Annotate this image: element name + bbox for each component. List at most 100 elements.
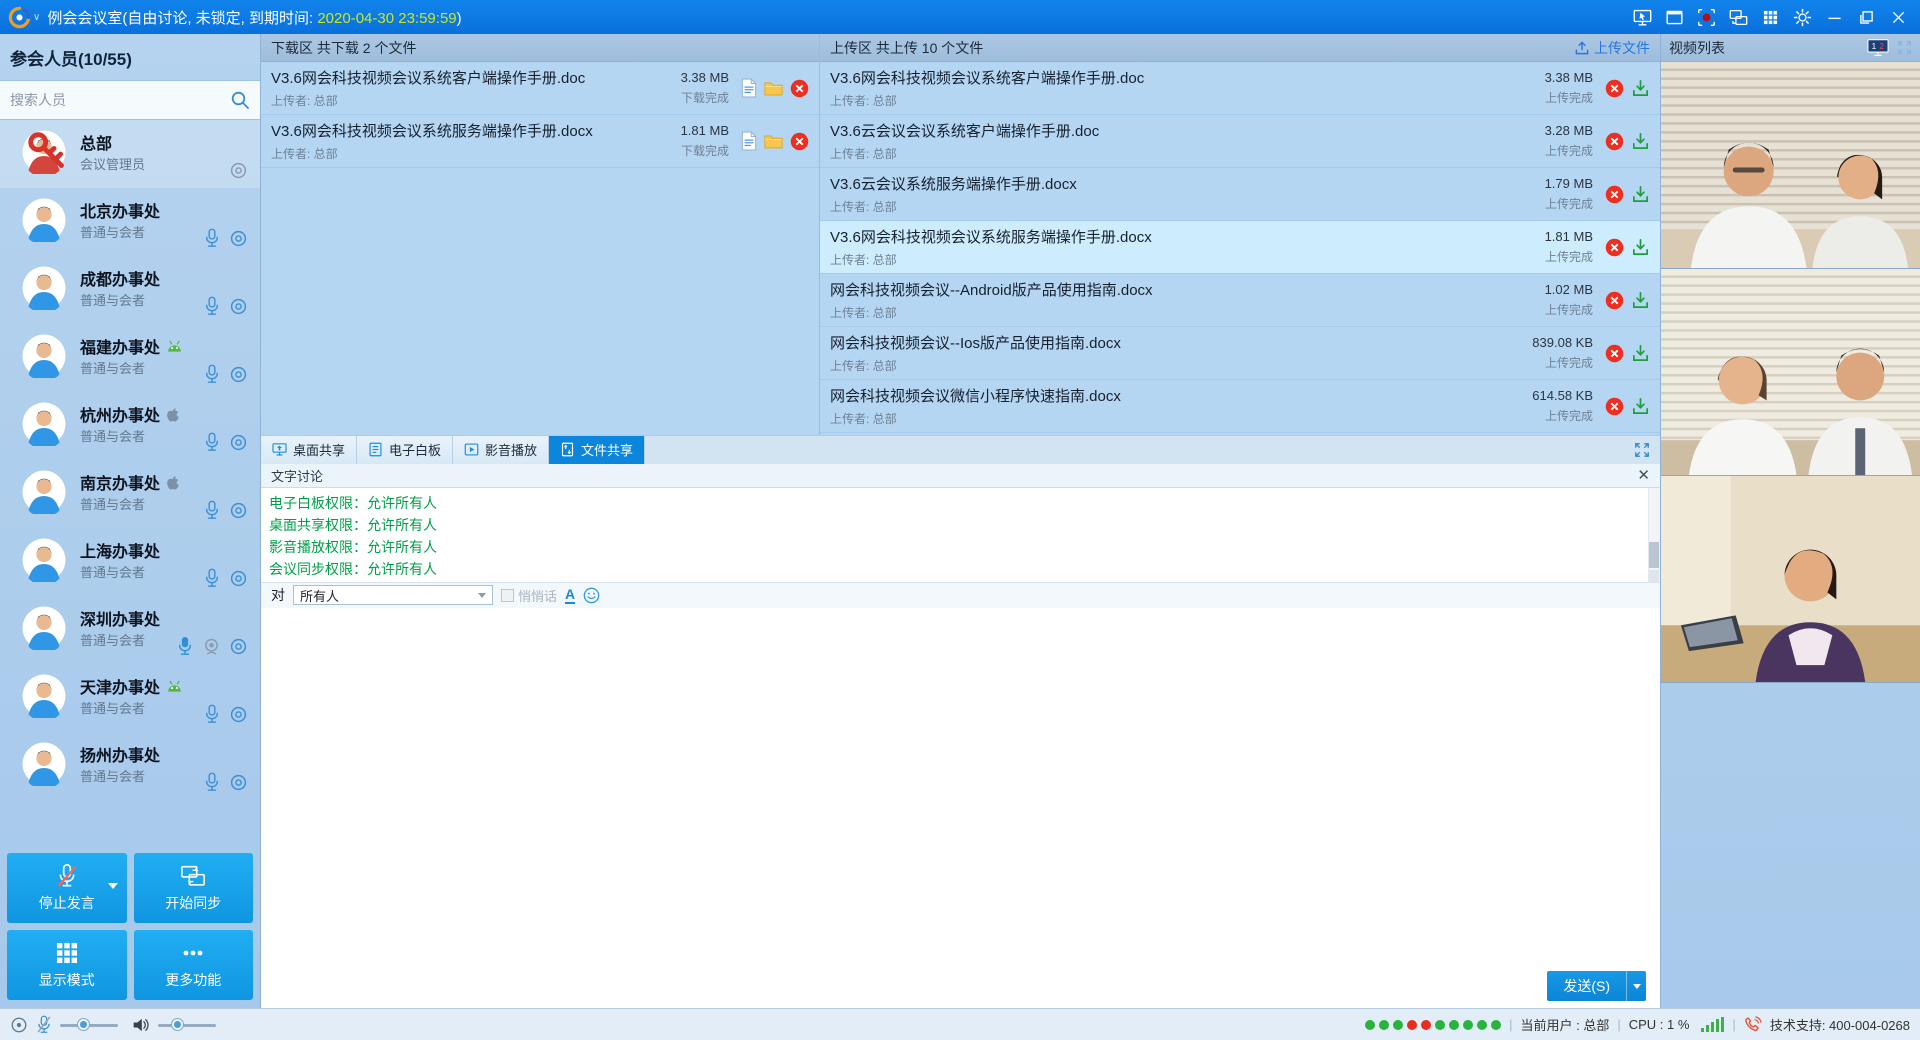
- expand-icon[interactable]: [1897, 40, 1912, 55]
- camera-icon[interactable]: [229, 501, 248, 520]
- camera-icon[interactable]: [229, 297, 248, 316]
- participant-row[interactable]: 南京办事处普通与会者: [0, 460, 260, 528]
- display-mode-button[interactable]: 显示模式: [7, 930, 127, 1000]
- camera-icon[interactable]: [229, 773, 248, 792]
- delete-x-icon[interactable]: [790, 132, 809, 151]
- record-icon[interactable]: [1690, 4, 1722, 30]
- mic-volume-slider[interactable]: [60, 1018, 118, 1032]
- tab-whiteboard[interactable]: 电子白板: [357, 436, 453, 464]
- video-thumbnail[interactable]: [1661, 476, 1920, 683]
- monitor-1-2-icon[interactable]: [1867, 38, 1889, 57]
- chat-input[interactable]: 发送(S): [261, 608, 1660, 1009]
- recipient-select[interactable]: 所有人: [293, 585, 493, 605]
- tab-desktop-share[interactable]: 桌面共享: [261, 436, 357, 464]
- webcam-icon[interactable]: [202, 637, 221, 656]
- participant-row[interactable]: 福建办事处普通与会者: [0, 324, 260, 392]
- video-thumbnail[interactable]: [1661, 62, 1920, 269]
- close-icon[interactable]: [1882, 4, 1914, 30]
- maximize-icon[interactable]: [1850, 4, 1882, 30]
- chat-scrollbar[interactable]: [1648, 488, 1660, 582]
- screen-share-icon[interactable]: [1626, 4, 1658, 30]
- tab-file-share[interactable]: 文件共享: [549, 436, 645, 464]
- delete-x-icon[interactable]: [1605, 397, 1624, 416]
- file-row[interactable]: V3.6网会科技视频会议系统客户端操作手册.doc上传者: 总部 3.38 MB…: [261, 62, 819, 115]
- speaker-volume-slider[interactable]: [158, 1018, 216, 1032]
- scrollbar-thumb[interactable]: [1649, 542, 1659, 568]
- participant-row[interactable]: 北京办事处普通与会者: [0, 188, 260, 256]
- volume-slider-handle[interactable]: [78, 1019, 89, 1030]
- search-input[interactable]: [10, 92, 230, 108]
- more-functions-button[interactable]: 更多功能: [134, 930, 254, 1000]
- camera-icon[interactable]: [229, 637, 248, 656]
- file-row[interactable]: V3.6云会议会议系统客户端操作手册.doc上传者: 总部3.28 MB上传完成: [820, 115, 1660, 168]
- sync-screen-icon[interactable]: [1722, 4, 1754, 30]
- participant-row[interactable]: 深圳办事处普通与会者: [0, 596, 260, 664]
- chat-close-icon[interactable]: ✕: [1637, 468, 1650, 483]
- start-sync-button[interactable]: 开始同步: [134, 853, 254, 923]
- download-icon[interactable]: [1631, 79, 1650, 98]
- upload-file-link[interactable]: 上传文件: [1574, 38, 1650, 58]
- delete-x-icon[interactable]: [1605, 238, 1624, 257]
- mic-icon[interactable]: [203, 228, 221, 248]
- participant-row[interactable]: 扬州办事处普通与会者: [0, 732, 260, 800]
- doc-icon[interactable]: [741, 78, 757, 98]
- mic-icon[interactable]: [203, 432, 221, 452]
- search-icon[interactable]: [230, 90, 250, 110]
- camera-icon[interactable]: [229, 705, 248, 724]
- delete-x-icon[interactable]: [1605, 185, 1624, 204]
- delete-x-icon[interactable]: [790, 79, 809, 98]
- target-icon[interactable]: [10, 1016, 28, 1034]
- send-dropdown-icon[interactable]: [1626, 971, 1646, 1001]
- download-icon[interactable]: [1631, 238, 1650, 257]
- download-icon[interactable]: [1631, 185, 1650, 204]
- download-icon[interactable]: [1631, 291, 1650, 310]
- scrollbar-arrow[interactable]: [1649, 570, 1659, 582]
- camera-icon[interactable]: [229, 433, 248, 452]
- stop-speaking-button[interactable]: 停止发言: [7, 853, 127, 923]
- participant-row[interactable]: 上海办事处普通与会者: [0, 528, 260, 596]
- delete-x-icon[interactable]: [1605, 344, 1624, 363]
- window-icon[interactable]: [1658, 4, 1690, 30]
- participant-row[interactable]: 总部会议管理员: [0, 120, 260, 188]
- file-row[interactable]: 网会科技视频会议--Android版产品使用指南.docx上传者: 总部1.02…: [820, 274, 1660, 327]
- file-row[interactable]: V3.6网会科技视频会议系统服务端操作手册.docx上传者: 总部 1.81 M…: [261, 115, 819, 168]
- volume-slider-handle[interactable]: [172, 1019, 183, 1030]
- title-chevron-icon[interactable]: ∨: [33, 12, 40, 23]
- file-row[interactable]: V3.6网会科技视频会议系统服务端操作手册.docx上传者: 总部1.81 MB…: [820, 221, 1660, 274]
- expand-icon[interactable]: [1634, 442, 1650, 458]
- app-logo-icon[interactable]: [8, 6, 31, 29]
- camera-icon[interactable]: [229, 365, 248, 384]
- grid-icon[interactable]: [1754, 4, 1786, 30]
- file-row[interactable]: 网会科技视频会议微信小程序快速指南.docx上传者: 总部614.58 KB上传…: [820, 380, 1660, 433]
- folder-icon[interactable]: [764, 132, 783, 151]
- mic-icon[interactable]: [203, 364, 221, 384]
- font-color-icon[interactable]: A: [565, 587, 575, 604]
- camera-icon[interactable]: [229, 569, 248, 588]
- whisper-checkbox[interactable]: [501, 589, 514, 602]
- dropdown-arrow-icon[interactable]: [108, 883, 118, 889]
- file-row[interactable]: 网会科技视频会议--Ios版产品使用指南.docx上传者: 总部839.08 K…: [820, 327, 1660, 380]
- participant-row[interactable]: 天津办事处普通与会者: [0, 664, 260, 732]
- minimize-icon[interactable]: [1818, 4, 1850, 30]
- mic-icon[interactable]: [203, 500, 221, 520]
- delete-x-icon[interactable]: [1605, 79, 1624, 98]
- delete-x-icon[interactable]: [1605, 132, 1624, 151]
- download-icon[interactable]: [1631, 344, 1650, 363]
- participant-row[interactable]: 成都办事处普通与会者: [0, 256, 260, 324]
- camera-off-icon[interactable]: [229, 161, 248, 180]
- mic-muted-icon[interactable]: [36, 1015, 52, 1034]
- camera-icon[interactable]: [229, 229, 248, 248]
- mic-on-icon[interactable]: [176, 636, 194, 656]
- participant-row[interactable]: 杭州办事处普通与会者: [0, 392, 260, 460]
- send-button[interactable]: 发送(S): [1547, 971, 1646, 1001]
- mic-icon[interactable]: [203, 568, 221, 588]
- file-row[interactable]: V3.6云会议系统服务端操作手册.docx上传者: 总部1.79 MB上传完成: [820, 168, 1660, 221]
- download-icon[interactable]: [1631, 397, 1650, 416]
- emoji-icon[interactable]: [583, 587, 600, 604]
- folder-icon[interactable]: [764, 79, 783, 98]
- settings-gear-icon[interactable]: [1786, 4, 1818, 30]
- mic-icon[interactable]: [203, 296, 221, 316]
- speaker-icon[interactable]: [132, 1016, 150, 1034]
- delete-x-icon[interactable]: [1605, 291, 1624, 310]
- mic-icon[interactable]: [203, 704, 221, 724]
